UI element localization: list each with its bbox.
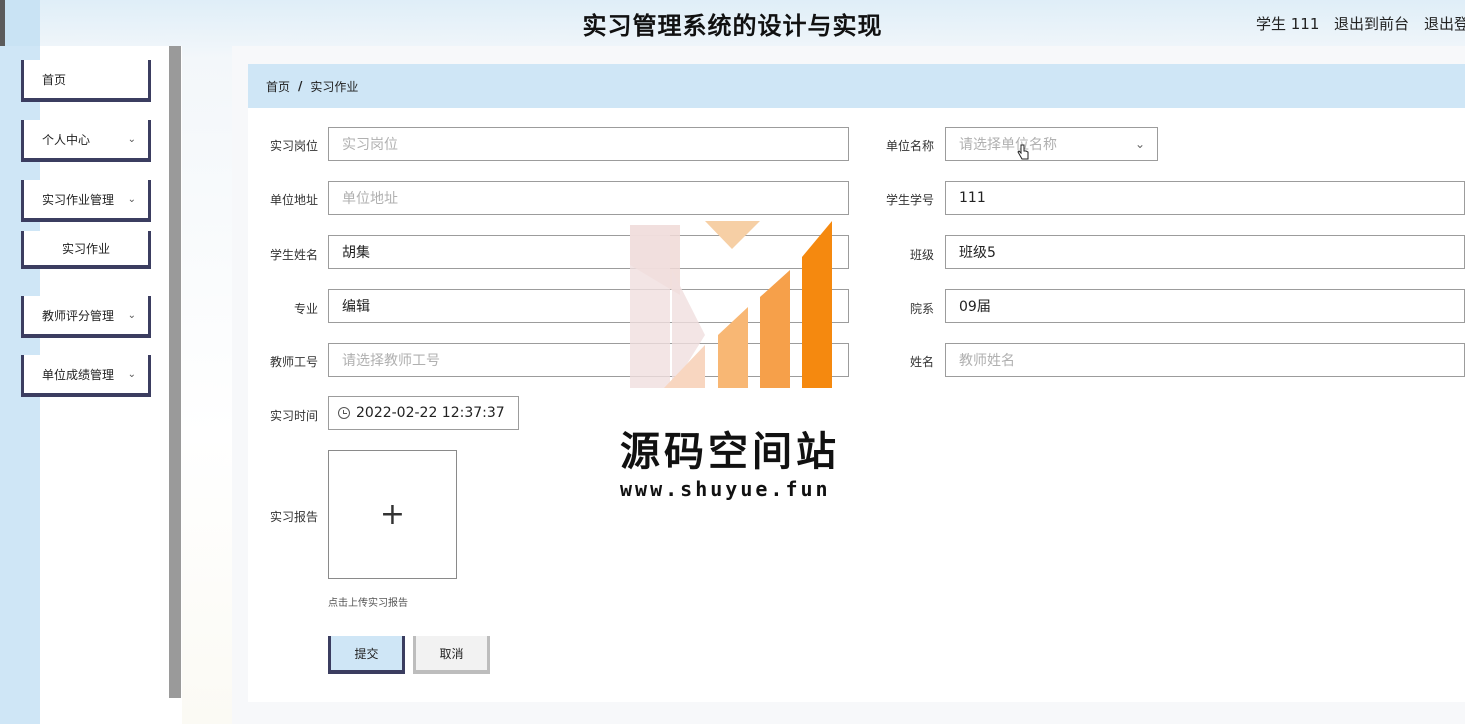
page-title: 实习管理系统的设计与实现 [582, 12, 883, 40]
time-label: 实习时间 [269, 409, 318, 423]
teacher-name-input[interactable]: 教师姓名 [945, 343, 1465, 377]
upload-tip: 点击上传实习报告 [328, 598, 408, 609]
student-name-label: 学生姓名 [269, 248, 318, 262]
student-name-input[interactable]: 胡集 [328, 235, 849, 269]
job-input[interactable]: 实习岗位 [328, 127, 849, 161]
major-input[interactable]: 编辑 [328, 289, 849, 323]
breadcrumb: 首页 / 实习作业 [248, 64, 1465, 108]
top-header: 实习管理系统的设计与实现 学生 111 退出到前台 退出登 [0, 0, 1465, 46]
breadcrumb-home[interactable]: 首页 [266, 78, 290, 95]
sidebar-item-label: 教师评分管理 [42, 308, 115, 323]
logout-link[interactable]: 退出登 [1424, 13, 1465, 34]
company-select-placeholder: 请选择单位名称 [959, 137, 1057, 153]
submit-button[interactable]: 提交 [328, 636, 405, 674]
sidebar-subitem-homework[interactable]: 实习作业 [21, 231, 151, 269]
cancel-button[interactable]: 取消 [413, 636, 490, 674]
sidebar-item-label: 单位成绩管理 [42, 367, 115, 382]
sidebar-item-home[interactable]: 首页 [21, 60, 151, 102]
breadcrumb-separator: / [298, 79, 303, 93]
sidebar-item-label: 个人中心 [42, 132, 91, 147]
company-select[interactable]: 请选择单位名称 ⌄ [945, 127, 1158, 161]
sidebar-item-company-score[interactable]: 单位成绩管理 ⌄ [21, 355, 151, 397]
current-user: 学生 111 [1256, 15, 1320, 33]
teacher-no-placeholder: 请选择教师工号 [342, 353, 440, 369]
chevron-down-icon: ⌄ [127, 310, 136, 321]
address-label: 单位地址 [269, 193, 318, 207]
dept-input[interactable]: 09届 [945, 289, 1465, 323]
address-input[interactable]: 单位地址 [328, 181, 849, 215]
sidebar-item-label: 首页 [42, 72, 67, 87]
sidebar-item-teacher-score[interactable]: 教师评分管理 ⌄ [21, 296, 151, 338]
teacher-no-select[interactable]: 请选择教师工号 [328, 343, 849, 377]
time-value: 2022-02-22 12:37:37 [356, 405, 505, 421]
class-label: 班级 [909, 248, 934, 262]
time-picker[interactable]: 2022-02-22 12:37:37 [328, 396, 519, 430]
dept-label: 院系 [909, 302, 934, 316]
major-label: 专业 [293, 302, 318, 316]
chevron-down-icon: ⌄ [127, 134, 136, 145]
sidebar-item-homework-management[interactable]: 实习作业管理 ⌄ [21, 180, 151, 222]
hand-cursor-icon [1017, 144, 1029, 160]
class-input[interactable]: 班级5 [945, 235, 1465, 269]
job-label: 实习岗位 [269, 139, 318, 153]
chevron-down-icon: ⌄ [127, 194, 136, 205]
student-no-label: 学生学号 [885, 193, 934, 207]
sidebar-item-personal-center[interactable]: 个人中心 ⌄ [21, 120, 151, 162]
chevron-down-icon: ⌄ [127, 369, 136, 380]
exit-to-front-link[interactable]: 退出到前台 [1334, 13, 1409, 34]
sidebar-item-label: 实习作业 [61, 241, 110, 256]
chevron-down-icon: ⌄ [1134, 137, 1145, 151]
teacher-name-label: 姓名 [909, 355, 934, 369]
teacher-no-label: 教师工号 [269, 355, 318, 369]
plus-icon: + [379, 497, 406, 532]
clock-icon [338, 407, 350, 419]
sidebar-item-label: 实习作业管理 [42, 192, 115, 207]
report-upload-button[interactable]: + [328, 450, 457, 579]
breadcrumb-current: 实习作业 [310, 79, 359, 94]
student-no-input[interactable]: 111 [945, 181, 1465, 215]
report-label: 实习报告 [269, 510, 318, 524]
company-label: 单位名称 [885, 139, 934, 153]
